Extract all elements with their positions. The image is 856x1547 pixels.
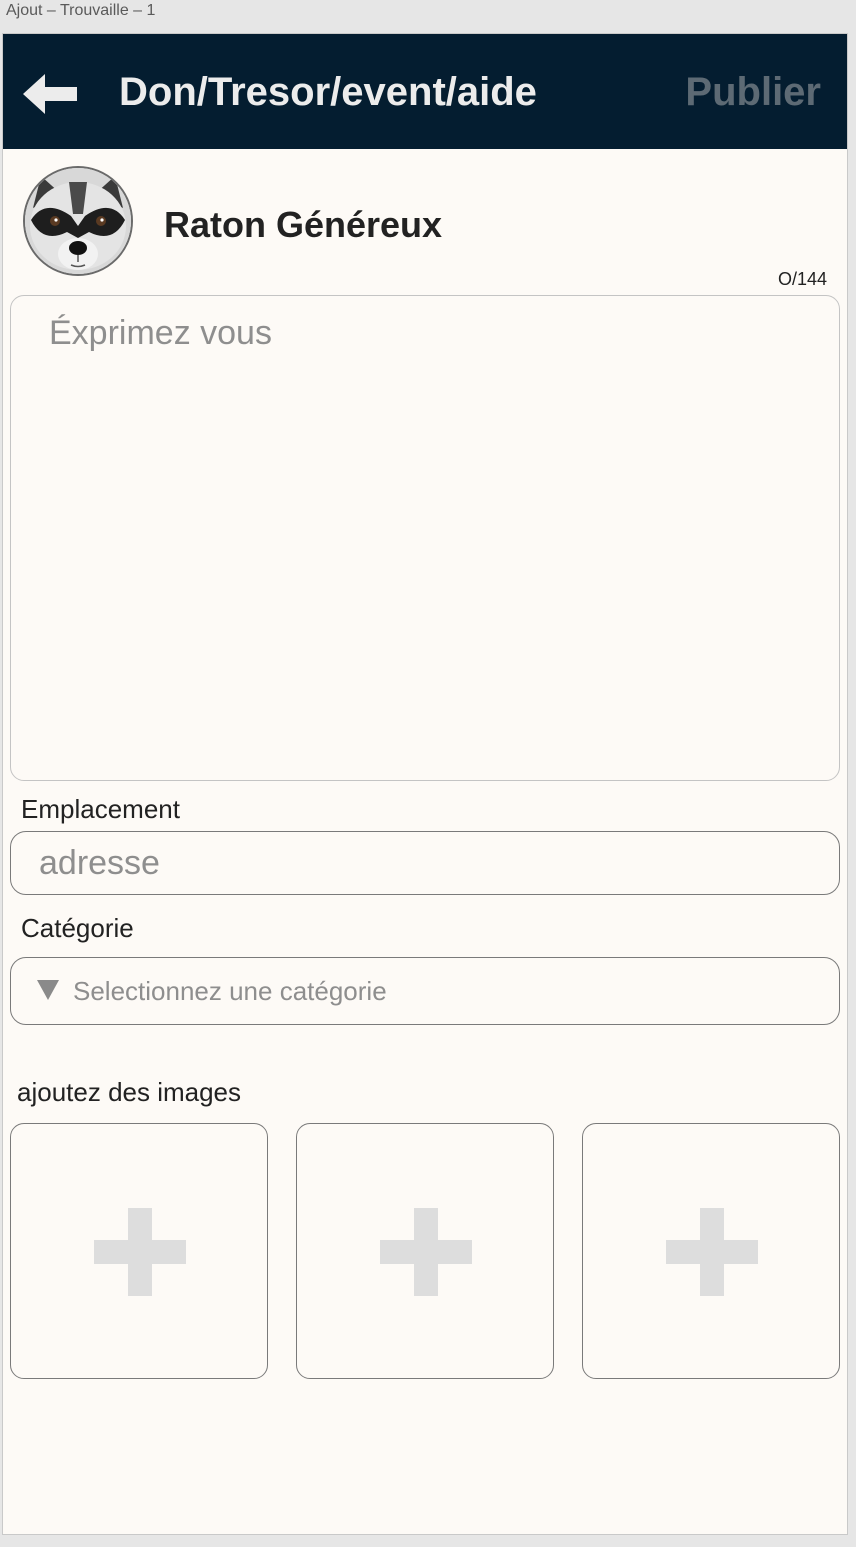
triangle-down-icon [37, 980, 59, 1000]
images-label: ajoutez des images [17, 1077, 242, 1107]
back-button[interactable] [23, 74, 79, 114]
arrow-left-icon [23, 74, 77, 114]
address-input[interactable] [11, 832, 839, 894]
character-counter: O/144 [777, 269, 827, 289]
location-field[interactable] [10, 831, 840, 895]
add-image-button-3[interactable] [582, 1123, 840, 1379]
page-title: Don/Tresor/event/aide [119, 70, 537, 114]
plus-icon-bar [380, 1240, 472, 1264]
category-label: Catégorie [21, 913, 134, 943]
post-text-area[interactable] [10, 295, 840, 781]
plus-icon-bar [666, 1240, 758, 1264]
window-title: Ajout – Trouvaille – 1 [6, 2, 156, 19]
raccoon-avatar-icon [25, 168, 131, 274]
add-image-button-2[interactable] [296, 1123, 554, 1379]
plus-icon-bar [94, 1240, 186, 1264]
app-frame: Don/Tresor/event/aide Publier Raton Géné… [2, 33, 848, 1535]
post-textarea[interactable] [11, 296, 839, 780]
publish-button[interactable]: Publier [685, 70, 821, 115]
user-name: Raton Généreux [164, 204, 443, 245]
location-label: Emplacement [21, 794, 180, 824]
add-image-button-1[interactable] [10, 1123, 268, 1379]
avatar [23, 166, 133, 276]
category-placeholder: Selectionnez une catégorie [73, 976, 387, 1006]
top-bar: Don/Tresor/event/aide Publier [3, 34, 847, 149]
category-select[interactable]: Selectionnez une catégorie [10, 957, 840, 1025]
